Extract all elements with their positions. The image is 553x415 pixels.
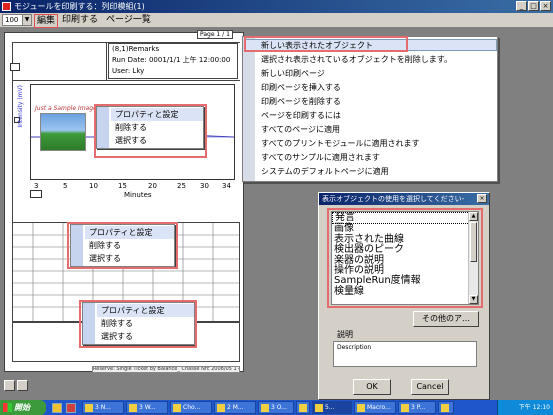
report-header[interactable]: (8,1)Remarks Run Date: 0001/1/1 上午 12:00… [108, 43, 238, 79]
select-object-dialog: 表示オブジェクトの使用を選択してください- × 発言 画像 表示された曲線 検出… [318, 192, 490, 400]
menu-item-select[interactable]: 選択する [85, 252, 174, 265]
report-footer: Reserve: Single Ticket by Balance_ Chass… [92, 366, 240, 373]
menu-item-insert-page[interactable]: 印刷ページを挿入する [261, 81, 341, 94]
menu-item-new-object[interactable]: 新しい表示されたオブジェクト [261, 39, 373, 52]
description-label: 説明 [337, 330, 353, 339]
header-remarks: (8,1)Remarks [112, 45, 160, 53]
list-scrollbar[interactable]: ▲ ▼ [468, 212, 478, 304]
menu-item-properties[interactable]: プロパティと設定 [85, 226, 174, 239]
menu-item-properties[interactable]: プロパティと設定 [97, 304, 194, 317]
header-user: User: Lky [112, 67, 145, 75]
menubar: 100 ▼ 編集 印刷する ページ一覧 [0, 13, 553, 28]
scroll-up-icon[interactable]: ▲ [469, 212, 478, 221]
page-nav [4, 380, 28, 391]
prev-page-button[interactable] [4, 380, 15, 391]
x-tick: 20 [148, 182, 157, 190]
x-tick: 3 [34, 182, 39, 190]
start-label: 開始 [14, 403, 30, 412]
taskbar-button[interactable]: 3 W... [126, 401, 168, 414]
menu-item-delete-page[interactable]: 印刷ページを削除する [261, 95, 341, 108]
app-icon [2, 2, 11, 11]
menu-item-properties[interactable]: プロパティと設定 [111, 108, 203, 121]
clock: 下午 12:10 [518, 404, 550, 411]
other-options-button[interactable]: その他のア… [413, 311, 479, 327]
image-title: Just a Sample Image [35, 105, 97, 112]
list-item[interactable]: 検量線 [332, 286, 478, 297]
menu-item-apply-all-pages[interactable]: すべてのページに適用 [261, 123, 340, 136]
context-menu-2: プロパティと設定 削除する 選択する [70, 224, 175, 267]
menu-item-new-page[interactable]: 新しい印刷ページ [261, 67, 325, 80]
x-tick: 25 [177, 182, 186, 190]
taskbar-button[interactable]: 5... [312, 401, 352, 414]
window-titlebar: モジュールを印刷する：列印模組(1) _ □ × [0, 0, 553, 13]
sample-image[interactable] [40, 113, 86, 151]
menu-print[interactable]: 印刷する [60, 14, 100, 26]
taskbar-button[interactable]: Macro... [354, 401, 396, 414]
x-tick: 5 [63, 182, 68, 190]
menu-pages[interactable]: ページ一覧 [104, 14, 153, 26]
scroll-thumb[interactable] [470, 222, 477, 262]
taskbar-button[interactable]: Cho... [170, 401, 212, 414]
menu-strip [243, 37, 255, 181]
menu-item-print-page[interactable]: ページを印刷するには [261, 109, 341, 122]
maximize-button[interactable]: □ [528, 1, 539, 11]
zoom-value: 100 [5, 16, 19, 24]
header-run-date: Run Date: 0001/1/1 上午 12:00:00 [112, 56, 231, 64]
taskbar-button[interactable]: 2 M... [214, 401, 256, 414]
x-tick: 10 [89, 182, 98, 190]
close-button[interactable]: × [540, 1, 551, 11]
menu-item-delete[interactable]: 削除する [85, 239, 174, 252]
y-axis-label: Intensity (mV) [17, 85, 24, 128]
x-tick: 34 [222, 182, 231, 190]
menu-item-apply-all-modules[interactable]: すべてのプリントモジュールに適用されます [261, 137, 420, 150]
context-menu-1: プロパティと設定 削除する 選択する [96, 106, 204, 149]
system-tray: 下午 12:10 [497, 400, 553, 415]
taskbar: 開始 3 N... 3 W... Cho... 2 M... 3 O... 5.… [0, 400, 553, 415]
scroll-down-icon[interactable]: ▼ [469, 295, 478, 304]
menu-item-delete[interactable]: 削除する [111, 121, 203, 134]
divider [12, 80, 240, 81]
menu-item-delete[interactable]: 削除する [97, 317, 194, 330]
chevron-down-icon[interactable]: ▼ [22, 15, 31, 25]
menu-edit[interactable]: 編集 [34, 14, 59, 28]
menu-item-select[interactable]: 選択する [111, 134, 203, 147]
minimize-button[interactable]: _ [516, 1, 527, 11]
close-icon[interactable]: × [477, 194, 487, 203]
zoom-select[interactable]: 100 ▼ [2, 14, 32, 26]
divider [106, 42, 107, 80]
browser-icon[interactable] [66, 403, 76, 413]
folder-icon[interactable] [52, 403, 62, 413]
window-title: モジュールを印刷する：列印模組(1) [14, 2, 145, 11]
menu-item-apply-default-page[interactable]: システムのデフォルトページに適用 [261, 165, 389, 178]
taskbar-button[interactable] [296, 401, 310, 414]
menu-item-apply-all-samples[interactable]: すべてのサンプルに適用されます [261, 151, 380, 164]
object-listbox[interactable]: 発言 画像 表示された曲線 検出器のピーク 楽器の説明 操作の説明 Sample… [331, 211, 479, 305]
ok-button[interactable]: OK [353, 379, 391, 395]
menu-item-select[interactable]: 選択する [97, 330, 194, 343]
menu-item-delete-object[interactable]: 選択され表示されているオブジェクトを削除します。 [261, 53, 452, 66]
taskbar-button[interactable]: 3 O... [258, 401, 294, 414]
dialog-title: 表示オブジェクトの使用を選択してください- [319, 193, 489, 205]
context-menu-3: プロパティと設定 削除する 選択する [82, 302, 195, 345]
windows-logo-icon [3, 403, 12, 412]
taskbar-button[interactable]: 3 N... [82, 401, 124, 414]
x-axis-label: Minutes [124, 191, 152, 199]
insert-menu: 新しい表示されたオブジェクト 選択され表示されているオブジェクトを削除します。 … [242, 36, 498, 182]
taskbar-button[interactable]: 3 P... [398, 401, 436, 414]
cancel-button[interactable]: Cancel [411, 379, 449, 395]
x-tick: 15 [118, 182, 127, 190]
taskbar-button[interactable] [438, 401, 454, 414]
page-indicator: Page 1 / 1 [197, 30, 233, 39]
anchor-marker[interactable] [30, 190, 42, 198]
description-field[interactable]: Description [333, 341, 477, 367]
anchor-marker[interactable] [10, 63, 20, 71]
next-page-button[interactable] [17, 380, 28, 391]
x-tick: 30 [200, 182, 209, 190]
start-button[interactable]: 開始 [0, 400, 46, 415]
